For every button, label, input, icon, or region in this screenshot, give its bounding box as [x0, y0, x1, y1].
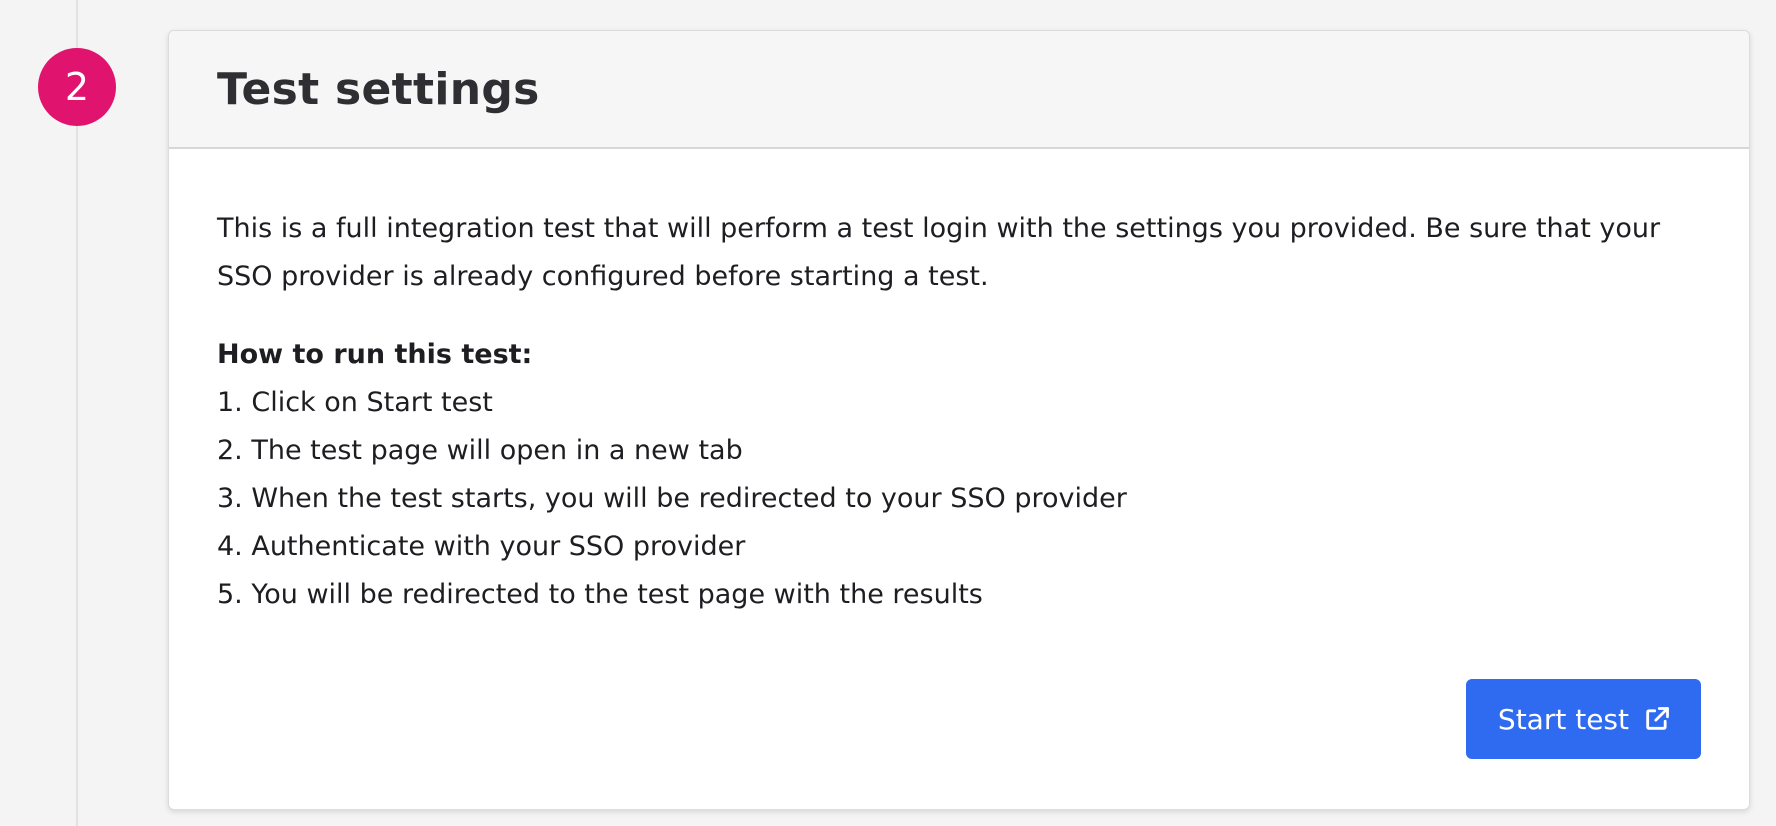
start-test-button[interactable]: Start test	[1465, 679, 1701, 759]
instruction-step: 2. The test page will open in a new tab	[217, 435, 743, 466]
card-header: Test settings	[169, 31, 1749, 149]
card-body: This is a full integration test that wil…	[169, 149, 1749, 809]
external-link-icon	[1643, 705, 1671, 733]
step-number-badge: 2	[38, 48, 116, 126]
howto-title: How to run this test:	[217, 339, 533, 370]
card-title: Test settings	[217, 63, 540, 115]
howto-section: How to run this test: 1. Click on Start …	[217, 331, 1701, 619]
instruction-list: 1. Click on Start test 2. The test page …	[217, 379, 1701, 619]
instruction-step: 1. Click on Start test	[217, 387, 493, 418]
instruction-step: 3. When the test starts, you will be red…	[217, 483, 1127, 514]
test-settings-card: Test settings This is a full integration…	[168, 30, 1750, 810]
test-description: This is a full integration test that wil…	[217, 213, 1661, 292]
instruction-step: 4. Authenticate with your SSO provider	[217, 531, 746, 562]
start-test-label: Start test	[1497, 702, 1629, 736]
instruction-step: 5. You will be redirected to the test pa…	[217, 579, 983, 610]
